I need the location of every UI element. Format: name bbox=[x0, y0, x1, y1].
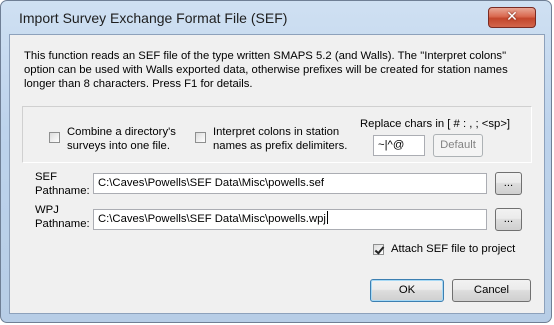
combine-label[interactable]: Combine a directory's surveys into one f… bbox=[67, 125, 176, 153]
dialog-title: Import Survey Exchange Format File (SEF) bbox=[19, 10, 288, 26]
combine-checkbox[interactable] bbox=[49, 132, 60, 143]
combine-label-line-2: surveys into one file. bbox=[67, 140, 170, 152]
sef-pathname-label-line-1: SEF bbox=[35, 171, 57, 183]
interpret-colons-label-line-2: names as prefix delimiters. bbox=[213, 140, 348, 152]
interpret-colons-label-line-1: Interpret colons in station bbox=[213, 126, 340, 138]
description-line-3: longer than 8 characters. Press F1 for d… bbox=[24, 78, 253, 90]
sef-pathname-input[interactable]: C:\Caves\Powells\SEF Data\Misc\powells.s… bbox=[93, 173, 487, 194]
replace-chars-input[interactable]: ~|^@ bbox=[373, 135, 425, 156]
description-line-2: option can be used with Walls exported d… bbox=[24, 64, 508, 76]
interpret-colons-label[interactable]: Interpret colons in station names as pre… bbox=[213, 125, 347, 153]
wpj-browse-button[interactable]: ... bbox=[495, 208, 522, 231]
wpj-pathname-value: C:\Caves\Powells\SEF Data\Misc\powells.w… bbox=[98, 213, 326, 225]
ok-button[interactable]: OK bbox=[370, 279, 444, 302]
wpj-pathname-label-line-1: WPJ bbox=[35, 204, 59, 216]
interpret-colons-checkbox[interactable] bbox=[195, 132, 206, 143]
title-bar[interactable]: Import Survey Exchange Format File (SEF)… bbox=[1, 1, 551, 35]
replace-chars-label: Replace chars in [ # : , ; <sp>] bbox=[360, 118, 511, 130]
combine-label-line-1: Combine a directory's bbox=[67, 126, 176, 138]
close-button[interactable]: ✕ bbox=[488, 7, 536, 28]
wpj-pathname-input[interactable]: C:\Caves\Powells\SEF Data\Misc\powells.w… bbox=[93, 209, 487, 230]
import-sef-dialog: Import Survey Exchange Format File (SEF)… bbox=[0, 0, 552, 323]
sef-pathname-label: SEF Pathname: bbox=[35, 170, 90, 198]
attach-sef-checkbox[interactable] bbox=[373, 244, 384, 255]
cancel-button[interactable]: Cancel bbox=[452, 279, 531, 302]
text-caret bbox=[326, 211, 328, 224]
dialog-body: This function reads an SEF file of the t… bbox=[9, 34, 545, 314]
sef-pathname-label-line-2: Pathname: bbox=[35, 185, 90, 197]
attach-sef-label[interactable]: Attach SEF file to project bbox=[391, 242, 515, 256]
wpj-pathname-label-line-2: Pathname: bbox=[35, 218, 90, 230]
default-button[interactable]: Default bbox=[433, 134, 483, 157]
description-line-1: This function reads an SEF file of the t… bbox=[24, 50, 507, 62]
wpj-pathname-label: WPJ Pathname: bbox=[35, 203, 90, 231]
description-text: This function reads an SEF file of the t… bbox=[24, 49, 544, 91]
sef-browse-button[interactable]: ... bbox=[495, 172, 522, 195]
close-icon: ✕ bbox=[506, 9, 518, 25]
